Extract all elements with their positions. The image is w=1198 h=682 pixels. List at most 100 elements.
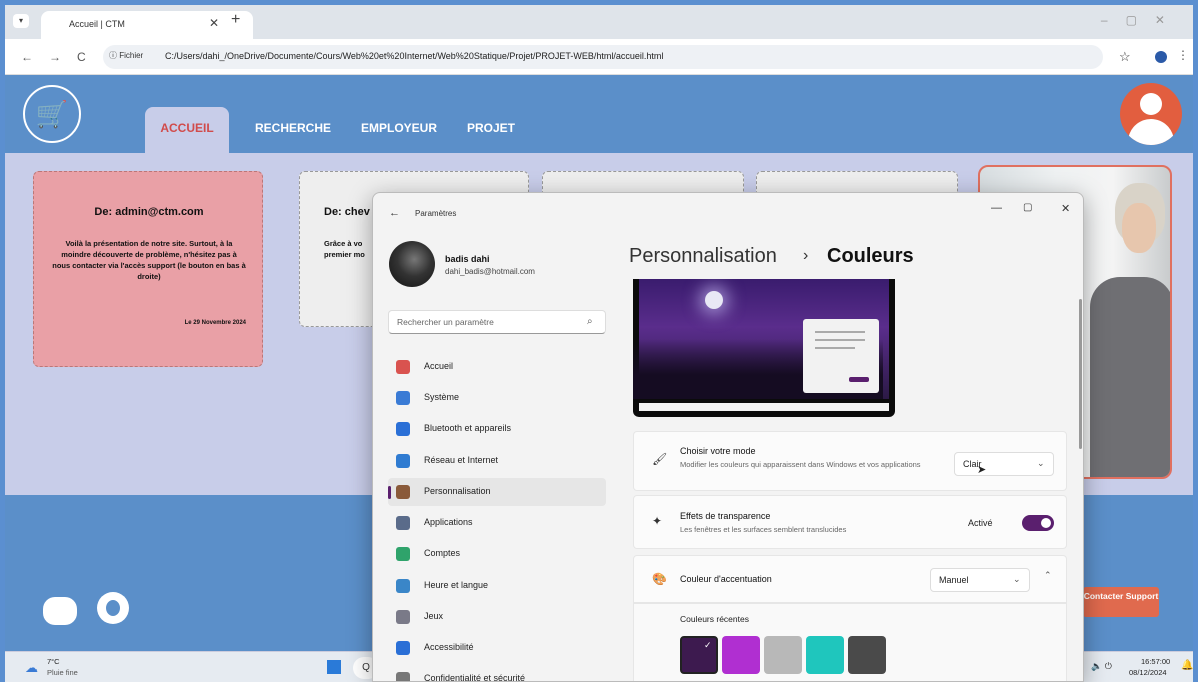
wifi-icon [396,454,410,468]
page-title: Couleurs [827,245,914,267]
selection-indicator [388,486,391,499]
sidebar-item-confidentialite[interactable]: Confidentialité et sécurité [388,665,606,681]
reload-button[interactable]: C [77,50,86,64]
close-tab-icon[interactable]: ✕ [209,16,219,30]
color-swatch[interactable] [848,636,886,674]
bookmark-star-icon[interactable]: ☆ [1119,49,1131,65]
windows-start-icon[interactable] [327,660,341,674]
setting-description: Modifier les couleurs qui apparaissent d… [680,460,921,469]
url-field[interactable]: ⓘ Fichier C:/Users/dahi_/OneDrive/Docume… [103,45,1103,69]
palette-icon: 🎨 [652,572,667,586]
settings-search-input[interactable]: Rechercher un paramètre ⌕ [388,310,606,334]
monitor-icon [396,391,410,405]
mode-setting-row: 🖌 Choisir votre mode Modifier les couleu… [633,431,1067,491]
url-text[interactable]: C:/Users/dahi_/OneDrive/Documente/Cours/… [165,51,663,61]
weather-condition[interactable]: Pluie fine [47,668,78,677]
tab-list-icon[interactable]: ▾ [13,14,29,28]
gamepad-icon [396,610,410,624]
sidebar-item-label: Personnalisation [424,486,491,496]
transparency-toggle[interactable] [1022,515,1054,531]
preview-window [803,319,879,393]
minimize-icon[interactable]: — [991,202,1002,214]
chevron-down-icon: ⌄ [1037,458,1045,468]
nav-employeur[interactable]: EMPLOYEUR [361,121,437,135]
color-swatch[interactable] [806,636,844,674]
card-sender: De: admin@ctm.com [94,206,204,218]
sidebar-item-accueil[interactable]: Accueil [388,353,606,381]
sidebar-item-applications[interactable]: Applications [388,509,606,537]
preview-accent-button [849,377,869,382]
forward-button[interactable]: → [49,50,61,64]
toggle-state-label: Activé [968,518,993,528]
window-controls[interactable]: –▢✕ [1101,13,1183,27]
brush-icon [396,485,410,499]
user-email: dahi_badis@hotmail.com [445,267,535,276]
toggle-knob [1041,518,1051,528]
close-icon[interactable]: ✕ [1061,202,1070,215]
sidebar-item-reseau[interactable]: Réseau et Internet [388,447,606,475]
contact-support-button[interactable]: Contacter Support [1083,587,1159,617]
transparency-icon: ✦ [652,514,663,528]
site-info-chip[interactable]: ⓘ Fichier [109,50,143,61]
recent-colors-title: Couleurs récentes [680,614,749,624]
weather-temp[interactable]: 7°C [47,657,60,666]
sidebar-item-jeux[interactable]: Jeux [388,603,606,631]
scrollbar[interactable] [1079,299,1082,449]
user-avatar[interactable] [389,241,435,287]
search-placeholder: Rechercher un paramètre [397,317,494,327]
recent-colors-section: Couleurs récentes ✓ [633,603,1067,681]
settings-back-icon[interactable]: ← [389,207,400,219]
site-header: 🛒 ACCUEIL RECHERCHE EMPLOYEUR PROJET [5,75,1193,153]
notification-bell-icon[interactable]: 🔔 [1181,660,1193,671]
accent-dropdown[interactable]: Manuel ⌄ [930,568,1030,592]
search-icon[interactable]: ⌕ [587,316,593,327]
preview-line [815,339,865,341]
tab-bar: ▾ Accueil | CTM ✕ + –▢✕ [5,5,1193,39]
site-logo[interactable]: 🛒 [23,85,81,143]
photo-suit [1090,277,1170,477]
accent-setting-row[interactable]: 🎨 Couleur d'accentuation Manuel ⌄ ⌃ [633,555,1067,603]
github-icon[interactable] [97,592,129,624]
browser-tab[interactable]: Accueil | CTM ✕ [41,11,253,39]
globe-icon [396,579,410,593]
avatar-body [1128,119,1174,145]
weather-icon[interactable]: ☁ [25,660,38,676]
color-swatch[interactable]: ✓ [680,636,718,674]
card-body: Grâce à vo premier mo [324,239,365,259]
sidebar-item-comptes[interactable]: Comptes [388,540,606,568]
address-bar: ← → C ⓘ Fichier C:/Users/dahi_/OneDrive/… [5,39,1193,75]
sidebar-item-systeme[interactable]: Système [388,384,606,412]
palette-brush-icon: 🖌 [652,452,668,466]
browser-menu-icon[interactable]: ⋮ [1177,48,1189,62]
color-swatch[interactable] [722,636,760,674]
setting-title: Effets de transparence [680,511,771,521]
discord-icon[interactable] [43,597,77,625]
sidebar-item-label: Système [424,392,460,402]
clock-time[interactable]: 16:57:00 [1141,657,1170,666]
sidebar-item-personnalisation[interactable]: Personnalisation [388,478,606,506]
mode-dropdown[interactable]: Clair ⌄ [954,452,1054,476]
card-sender: De: chev [324,206,370,218]
back-button[interactable]: ← [21,50,33,64]
color-swatch[interactable] [764,636,802,674]
tray-icons[interactable]: 🔈 ⏻ [1091,661,1112,672]
sidebar-item-heure[interactable]: Heure et langue [388,572,606,600]
nav-recherche[interactable]: RECHERCHE [255,121,331,135]
person-icon [396,547,410,561]
chevron-up-icon[interactable]: ⌃ [1044,570,1052,581]
clock-date[interactable]: 08/12/2024 [1129,668,1167,677]
check-icon: ✓ [704,640,712,650]
breadcrumb-parent[interactable]: Personnalisation [629,245,777,268]
sidebar-item-label: Heure et langue [424,580,489,590]
accessibility-icon [396,641,410,655]
profile-icon[interactable] [1155,51,1167,63]
bluetooth-icon [396,422,410,436]
maximize-icon[interactable]: ▢ [1023,202,1032,213]
sidebar-item-accessibilite[interactable]: Accessibilité [388,634,606,662]
nav-accueil[interactable]: ACCUEIL [145,107,229,153]
avatar-head [1140,93,1162,115]
nav-projet[interactable]: PROJET [467,121,515,135]
sidebar-item-bluetooth[interactable]: Bluetooth et appareils [388,415,606,443]
user-avatar-icon[interactable] [1120,83,1182,145]
new-tab-button[interactable]: + [231,11,240,29]
